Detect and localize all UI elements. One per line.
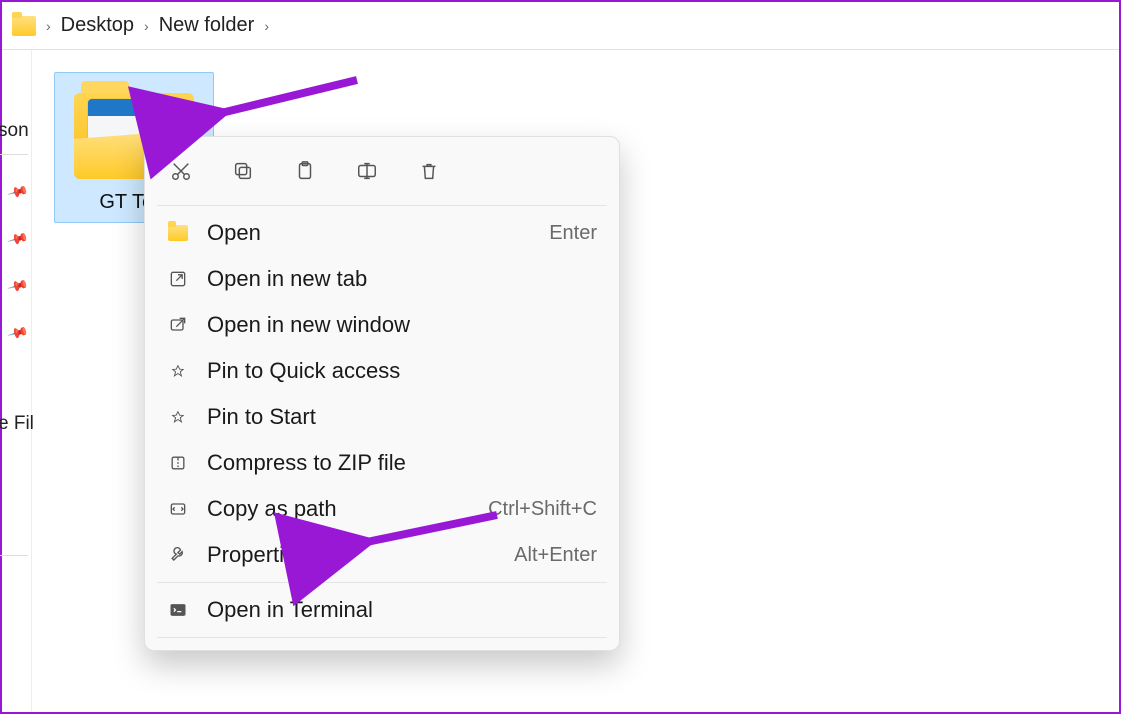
context-menu-pin-start[interactable]: Pin to Start [145, 394, 619, 440]
menu-label: Compress to ZIP file [207, 450, 406, 476]
pin-icon [167, 406, 189, 428]
menu-shortcut: Ctrl+Shift+C [488, 498, 597, 521]
menu-label: Open in Terminal [207, 597, 373, 623]
menu-label: Open in new tab [207, 266, 367, 292]
sidebar-label-fragment: son [0, 120, 31, 142]
menu-label: Pin to Quick access [207, 358, 400, 384]
chevron-right-icon[interactable]: › [46, 18, 51, 34]
context-menu-open-terminal[interactable]: Open in Terminal [145, 587, 619, 633]
rename-icon[interactable] [353, 157, 381, 185]
zip-icon [167, 452, 189, 474]
copy-icon[interactable] [229, 157, 257, 185]
context-menu-action-row [145, 145, 619, 201]
breadcrumb[interactable]: › Desktop › New folder › [2, 2, 1119, 50]
folder-icon [12, 16, 36, 36]
terminal-icon [167, 599, 189, 621]
context-menu-open-new-tab[interactable]: Open in new tab [145, 256, 619, 302]
context-menu-pin-quick-access[interactable]: Pin to Quick access [145, 348, 619, 394]
menu-label: Open in new window [207, 312, 410, 338]
context-menu-copy-as-path[interactable]: Copy as path Ctrl+Shift+C [145, 486, 619, 532]
new-tab-icon [167, 268, 189, 290]
chevron-right-icon[interactable]: › [144, 18, 149, 34]
copy-path-icon [167, 498, 189, 520]
new-window-icon [167, 314, 189, 336]
menu-label: Pin to Start [207, 404, 316, 430]
menu-label: Copy as path [207, 496, 337, 522]
menu-shortcut: Alt+Enter [514, 544, 597, 567]
context-menu-properties[interactable]: Properties Alt+Enter [145, 532, 619, 578]
pin-icon: 📌 [6, 322, 34, 348]
sidebar-label-fragment: e Fil [0, 413, 31, 435]
pin-icon [167, 360, 189, 382]
sidebar: son 📌 📌 📌 📌 e Fil [2, 50, 32, 712]
paste-icon[interactable] [291, 157, 319, 185]
pin-icon: 📌 [6, 181, 34, 207]
menu-shortcut: Enter [549, 222, 597, 245]
chevron-right-icon[interactable]: › [264, 18, 269, 34]
wrench-icon [167, 544, 189, 566]
breadcrumb-item[interactable]: Desktop [61, 14, 134, 37]
context-menu-compress-zip[interactable]: Compress to ZIP file [145, 440, 619, 486]
context-menu-open[interactable]: Open Enter [145, 210, 619, 256]
menu-label: Open [207, 220, 261, 246]
cut-icon[interactable] [167, 157, 195, 185]
delete-icon[interactable] [415, 157, 443, 185]
menu-label: Properties [207, 542, 307, 568]
pin-icon: 📌 [6, 228, 34, 254]
pin-icon: 📌 [6, 275, 34, 301]
context-menu: Open Enter Open in new tab Open in new w… [144, 136, 620, 651]
folder-icon [167, 222, 189, 244]
context-menu-open-new-window[interactable]: Open in new window [145, 302, 619, 348]
breadcrumb-item[interactable]: New folder [159, 14, 255, 37]
